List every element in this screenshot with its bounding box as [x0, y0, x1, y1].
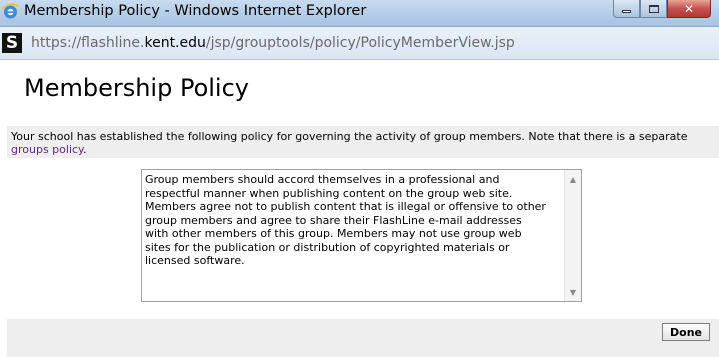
url-domain: kent.edu	[144, 35, 206, 51]
vertical-scrollbar[interactable]: ▲ ▼	[564, 170, 581, 301]
policy-text: Group members should accord themselves i…	[145, 173, 546, 267]
scroll-up-icon[interactable]: ▲	[565, 171, 581, 187]
window-controls: ✕	[613, 0, 711, 19]
ie-icon	[2, 3, 19, 19]
policy-textarea[interactable]: Group members should accord themselves i…	[141, 169, 582, 302]
close-button[interactable]: ✕	[667, 0, 711, 18]
notice-text: Your school has established the followin…	[11, 130, 688, 143]
groups-policy-link[interactable]: groups policy	[11, 143, 83, 156]
window-title: Membership Policy - Windows Internet Exp…	[24, 3, 367, 19]
policy-notice: Your school has established the followin…	[7, 126, 719, 158]
maximize-button[interactable]	[640, 0, 667, 18]
address-bar: S https://flashline.kent.edu/jsp/groupto…	[0, 27, 719, 60]
site-favicon-icon: S	[2, 33, 22, 53]
scroll-down-icon[interactable]: ▼	[565, 284, 581, 300]
url-field[interactable]: https://flashline.kent.edu/jsp/grouptool…	[31, 35, 515, 51]
minimize-icon	[622, 10, 631, 13]
minimize-button[interactable]	[613, 0, 640, 18]
footer-bar: Done	[7, 319, 719, 357]
done-button[interactable]: Done	[662, 323, 710, 341]
page-title: Membership Policy	[24, 74, 249, 102]
maximize-icon	[648, 4, 659, 13]
notice-period: .	[83, 143, 87, 156]
url-path: /jsp/grouptools/policy/PolicyMemberView.…	[205, 35, 515, 51]
window-title-bar[interactable]: Membership Policy - Windows Internet Exp…	[0, 0, 719, 27]
url-prefix: https://flashline.	[31, 35, 145, 51]
close-icon: ✕	[683, 1, 695, 16]
